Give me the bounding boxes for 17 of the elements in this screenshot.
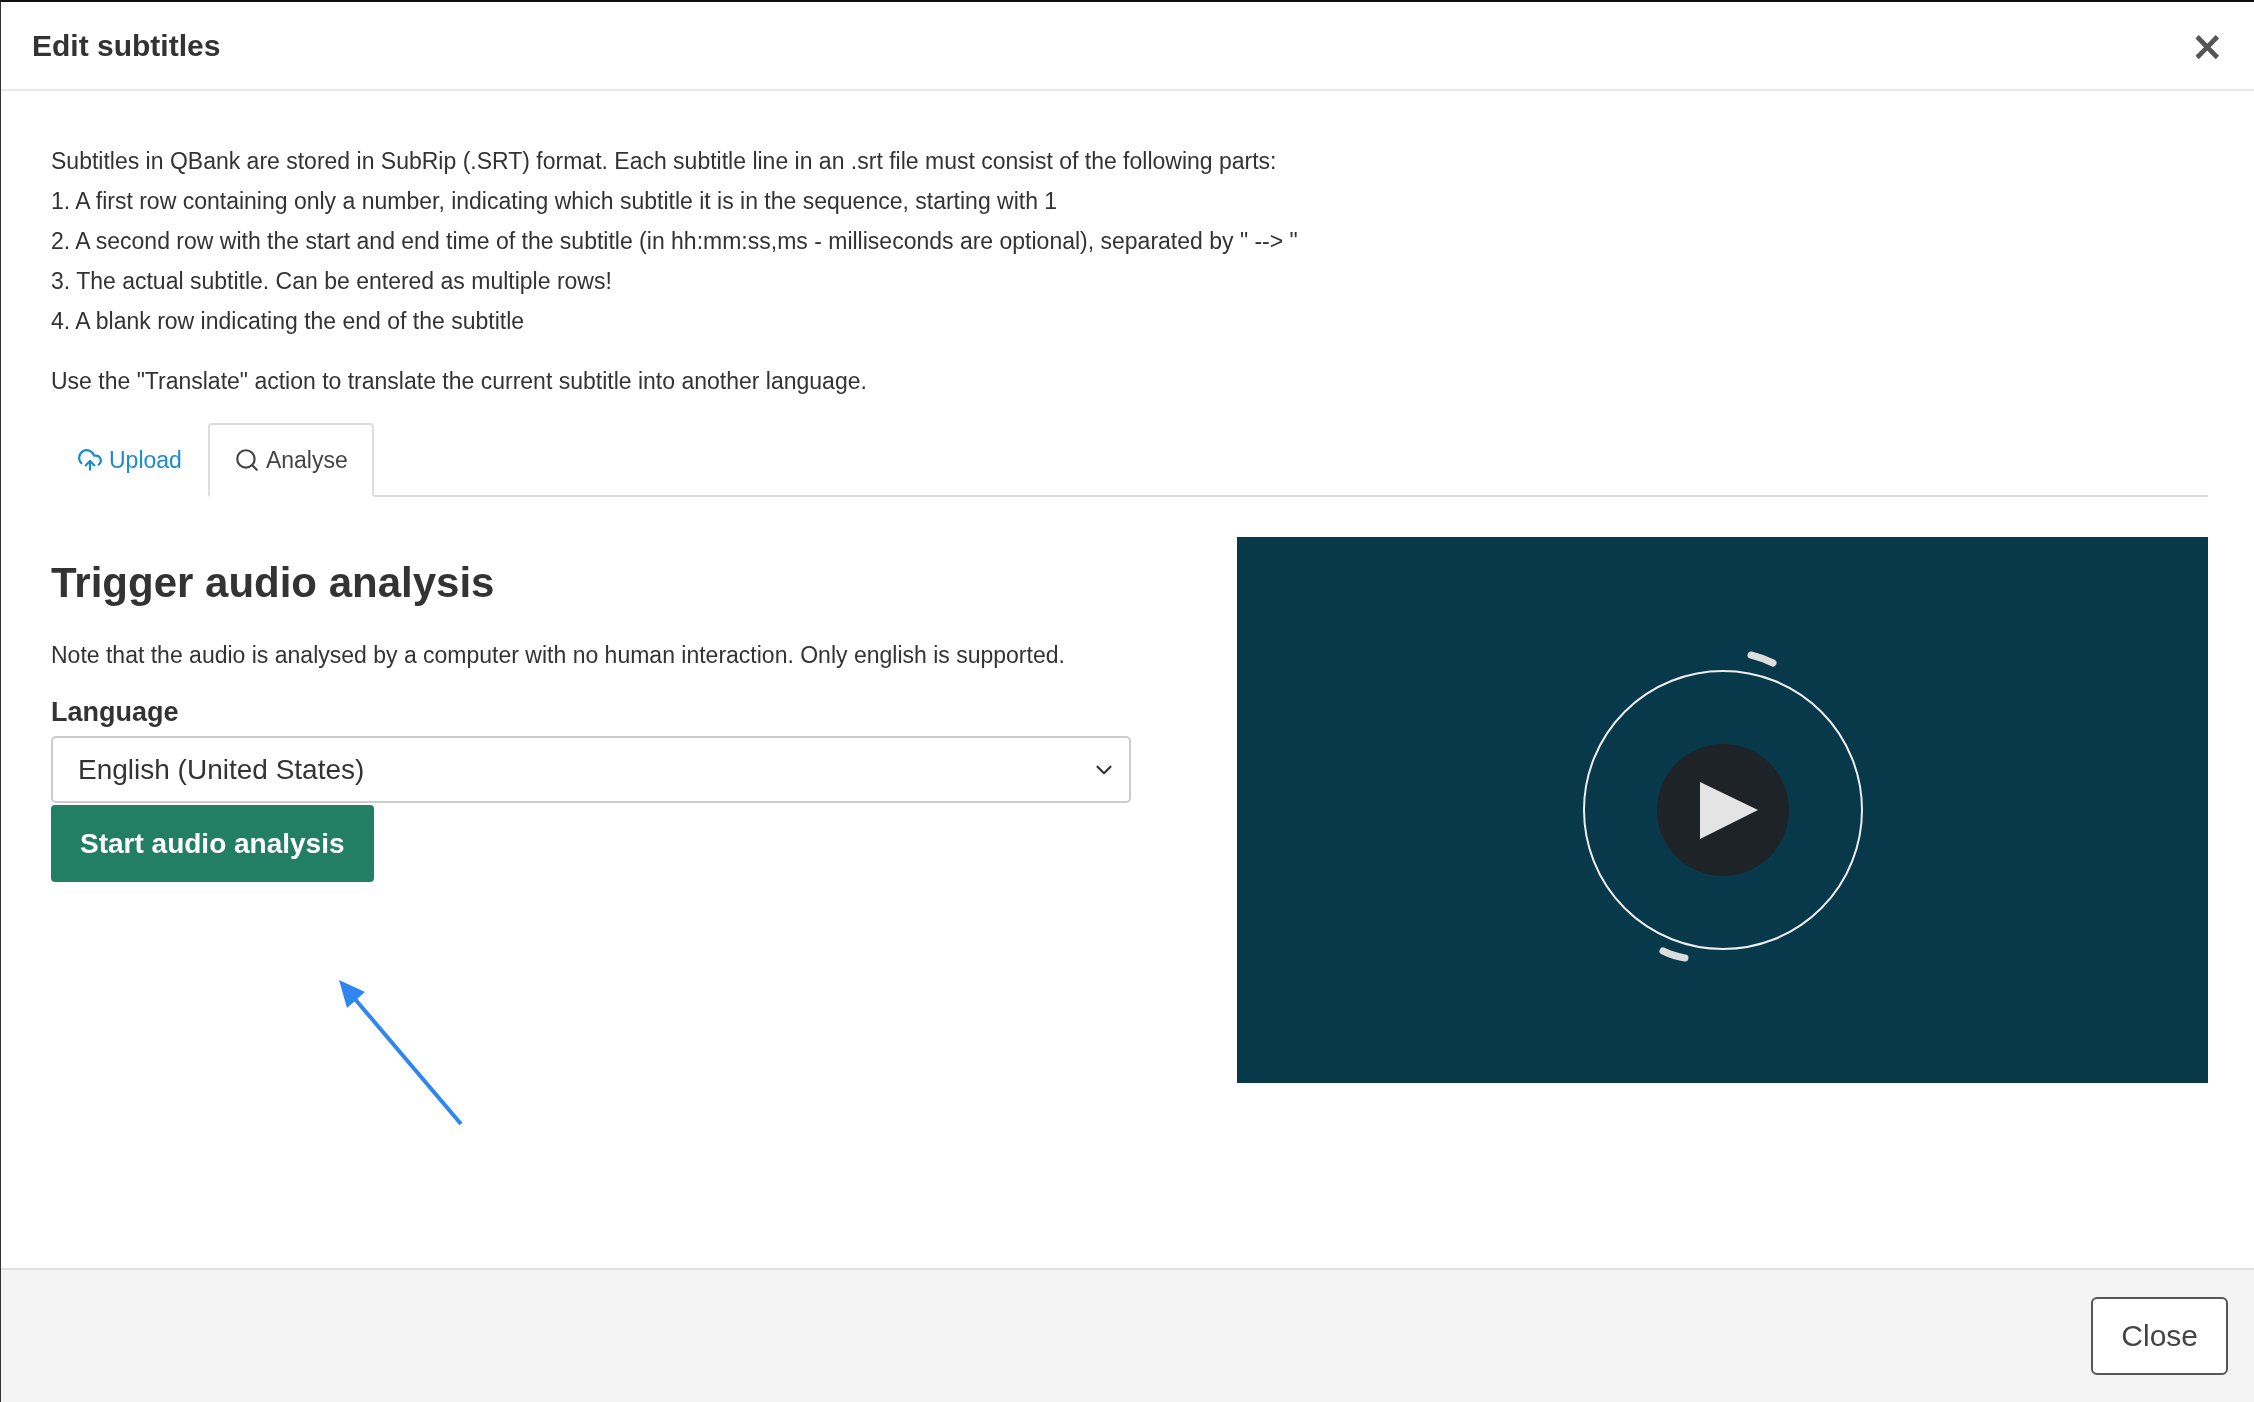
instruction-text: 2. A second row with the start and end time of the subtitle (in hh:mm:ss,ms - milliseconds are optional), separated by " --> " xyxy=(51,227,1299,256)
close-button[interactable]: × xyxy=(2184,25,2230,66)
tab[interactable]: Analyse xyxy=(207,423,374,497)
dialog-title: Edit subtitles xyxy=(32,28,221,63)
cloud-upload-icon xyxy=(77,447,103,473)
instruction-text: 4. A blank row indicating the end of the subtitle xyxy=(51,307,526,336)
analysis-note: Note that the audio is analysed by a computer with no human interaction. Only english is supported. xyxy=(51,641,1066,670)
instruction-text: 3. The actual subtitle. Can be entered as multiple rows! xyxy=(51,267,613,296)
language-select[interactable]: English (United States) xyxy=(51,736,1131,803)
instruction-text: Subtitles in QBank are stored in SubRip (.SRT) format. Each subtitle line in an .srt file must consist of the following parts: xyxy=(51,147,1278,176)
start-analysis-button[interactable]: Start audio analysis xyxy=(51,805,374,882)
language-label: Language xyxy=(51,697,180,728)
section-heading: Trigger audio analysis xyxy=(51,559,496,607)
translate-note: Use the "Translate" action to translate the current subtitle into another language. xyxy=(51,367,868,396)
instruction-text: 1. A first row containing only a number, indicating which subtitle it is in the sequence, starting with 1 xyxy=(51,187,1059,216)
search-icon xyxy=(233,447,260,473)
close-button[interactable]: Close xyxy=(2091,1297,2228,1375)
